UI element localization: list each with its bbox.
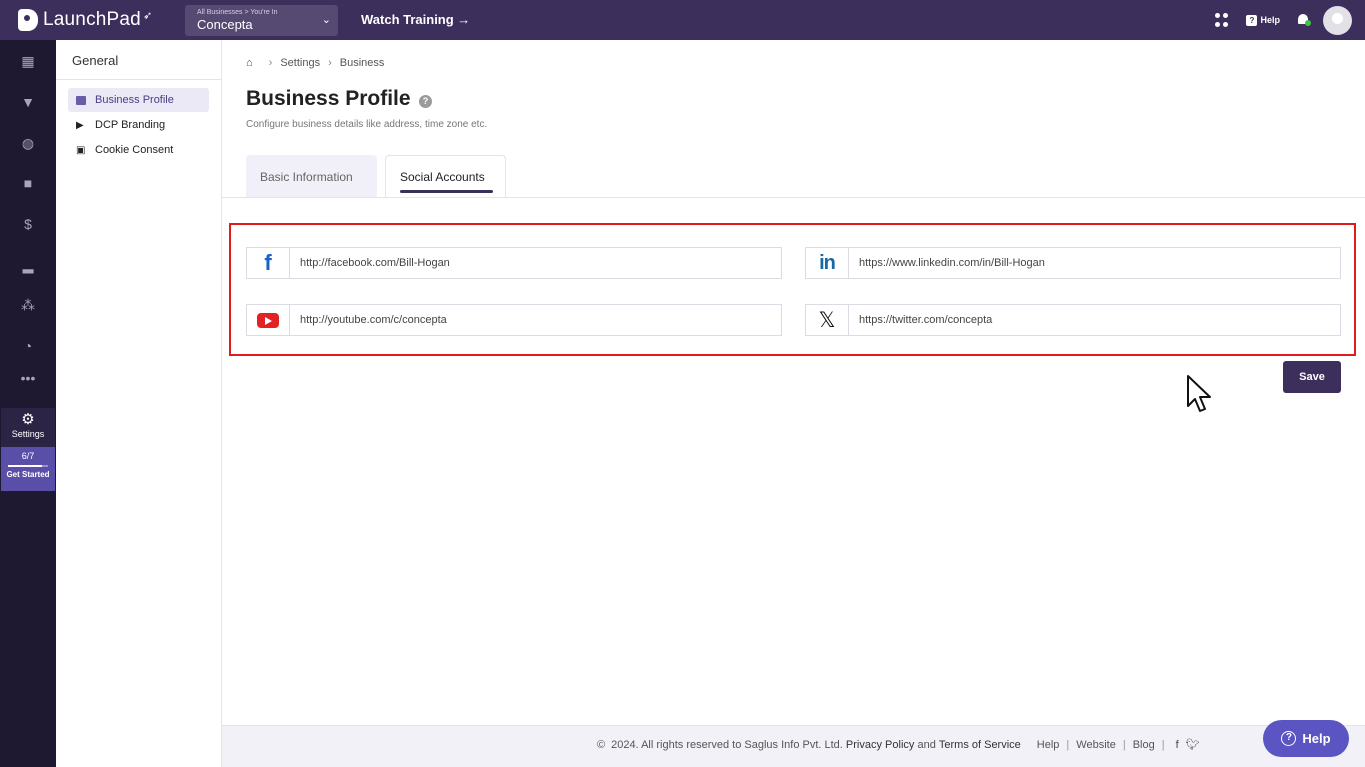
launchpad-logo[interactable]: LaunchPad ➶ (18, 9, 152, 31)
copyright-symbol: © (597, 738, 606, 751)
facebook-footer-icon[interactable]: f (1176, 739, 1179, 751)
terms-of-service-link[interactable]: Terms of Service (939, 739, 1021, 751)
progress-count: 6/7 (21, 451, 35, 461)
settings-sidebar: General Business Profile ▶ DCP Branding … (56, 40, 222, 767)
footer-website-link[interactable]: Website (1076, 739, 1116, 751)
sidebar-item-label: Cookie Consent (95, 144, 174, 156)
notification-bell-icon[interactable] (1297, 13, 1311, 27)
home-icon[interactable]: ⌂ (246, 57, 253, 69)
sidebar-item-cookie-consent[interactable]: ▣ Cookie Consent (68, 138, 209, 162)
floating-help-button[interactable]: ? Help (1263, 720, 1349, 757)
sidebar-item-label: Business Profile (95, 94, 174, 106)
floating-help-label: Help (1302, 731, 1331, 746)
active-tab-indicator (400, 190, 493, 193)
breadcrumb-settings[interactable]: Settings (280, 57, 320, 69)
breadcrumb-separator: › (268, 57, 273, 69)
dashboard-icon[interactable]: ▦ (20, 53, 36, 69)
rocket-icon: ➶ (142, 9, 153, 22)
save-button[interactable]: Save (1283, 361, 1341, 393)
business-name: Concepta (197, 17, 253, 32)
tab-social-accounts[interactable]: Social Accounts (385, 155, 506, 198)
settings-section-title: General (56, 40, 221, 80)
get-started-progress[interactable]: 6/7 Get Started (1, 447, 55, 491)
tab-basic-information[interactable]: Basic Information (246, 155, 377, 198)
and-text: and (917, 738, 936, 751)
linkedin-field: in (805, 247, 1341, 279)
video-icon[interactable]: ■ (20, 175, 36, 191)
dcp-logo-icon: ▶ (76, 119, 84, 131)
top-bar: LaunchPad ➶ All Businesses > You're In C… (0, 0, 1365, 40)
footer-divider: | (1161, 738, 1165, 751)
left-rail: ▦ ▼ ◍ ■ $ ▂ ⁂ ◔ ••• ⚙ Settings 6/7 Get S… (0, 40, 56, 767)
twitter-input[interactable] (849, 305, 1340, 335)
linkedin-icon: in (806, 248, 849, 278)
get-started-label: Get Started (6, 470, 50, 479)
x-twitter-icon: 𝕏 (806, 305, 849, 335)
cookie-icon: ▣ (76, 144, 86, 156)
help-circle-icon: ? (1281, 731, 1297, 746)
more-icon[interactable]: ••• (20, 370, 36, 386)
footer: © 2024. All rights reserved to Saglus In… (222, 725, 1365, 767)
footer-help-link[interactable]: Help (1037, 739, 1060, 751)
users-icon[interactable]: ⁂ (20, 297, 36, 313)
mouse-cursor-icon (1187, 375, 1211, 412)
gear-icon: ⚙ (21, 411, 35, 428)
breadcrumb-separator: › (328, 57, 332, 69)
watch-training-link[interactable]: Watch Training → (361, 12, 470, 27)
facebook-icon: f (247, 248, 290, 278)
page-subtitle: Configure business details like address,… (246, 119, 488, 130)
analytics-icon[interactable]: ▂ (20, 257, 36, 273)
progress-fill (8, 465, 43, 467)
chevron-down-icon: ⌄ (321, 14, 331, 26)
facebook-input[interactable] (290, 248, 781, 278)
business-switcher-caption: All Businesses > You're In (197, 9, 278, 16)
dollar-icon[interactable]: $ (20, 216, 36, 232)
logo-mark-icon (18, 9, 38, 31)
tab-label: Social Accounts (400, 170, 485, 184)
linkedin-input[interactable] (849, 248, 1340, 278)
funnel-icon[interactable]: ▼ (20, 94, 36, 110)
sidebar-item-business-profile[interactable]: Business Profile (68, 88, 209, 112)
breadcrumb: ⌂ › Settings › Business (246, 57, 384, 69)
facebook-field: f (246, 247, 782, 279)
twitter-field: 𝕏 (805, 304, 1341, 336)
youtube-field (246, 304, 782, 336)
help-icon: ? (1246, 14, 1258, 26)
question-icon[interactable]: ? (419, 95, 432, 108)
footer-divider: | (1066, 738, 1070, 751)
help-label: Help (1260, 15, 1280, 25)
logo-text: LaunchPad (43, 9, 141, 30)
gauge-icon[interactable]: ◔ (20, 338, 36, 354)
globe-icon[interactable]: ◍ (20, 135, 36, 151)
help-button[interactable]: ? Help (1246, 14, 1280, 26)
business-card-icon (76, 95, 86, 105)
progress-bar (8, 465, 48, 467)
business-switcher[interactable]: All Businesses > You're In Concepta ⌄ (185, 5, 338, 36)
sidebar-item-label: DCP Branding (95, 119, 166, 131)
youtube-icon (247, 305, 290, 335)
privacy-policy-link[interactable]: Privacy Policy (846, 739, 914, 751)
tabs-divider (222, 197, 1365, 198)
sidebar-item-dcp-branding[interactable]: ▶ DCP Branding (68, 113, 209, 137)
apps-grid-icon[interactable] (1215, 13, 1229, 27)
youtube-input[interactable] (290, 305, 781, 335)
breadcrumb-business: Business (339, 57, 385, 69)
page-title: Business Profile (246, 87, 411, 110)
twitter-footer-icon[interactable]: 🐦︎ (1186, 738, 1200, 751)
social-accounts-highlight (229, 223, 1356, 356)
tab-label: Basic Information (260, 169, 353, 184)
rail-settings[interactable]: ⚙ Settings (1, 408, 55, 448)
copyright-text: 2024. All rights reserved to Saglus Info… (611, 738, 843, 751)
rail-settings-label: Settings (11, 429, 45, 439)
footer-blog-link[interactable]: Blog (1133, 739, 1155, 751)
footer-divider: | (1122, 738, 1126, 751)
user-avatar[interactable] (1323, 5, 1352, 35)
